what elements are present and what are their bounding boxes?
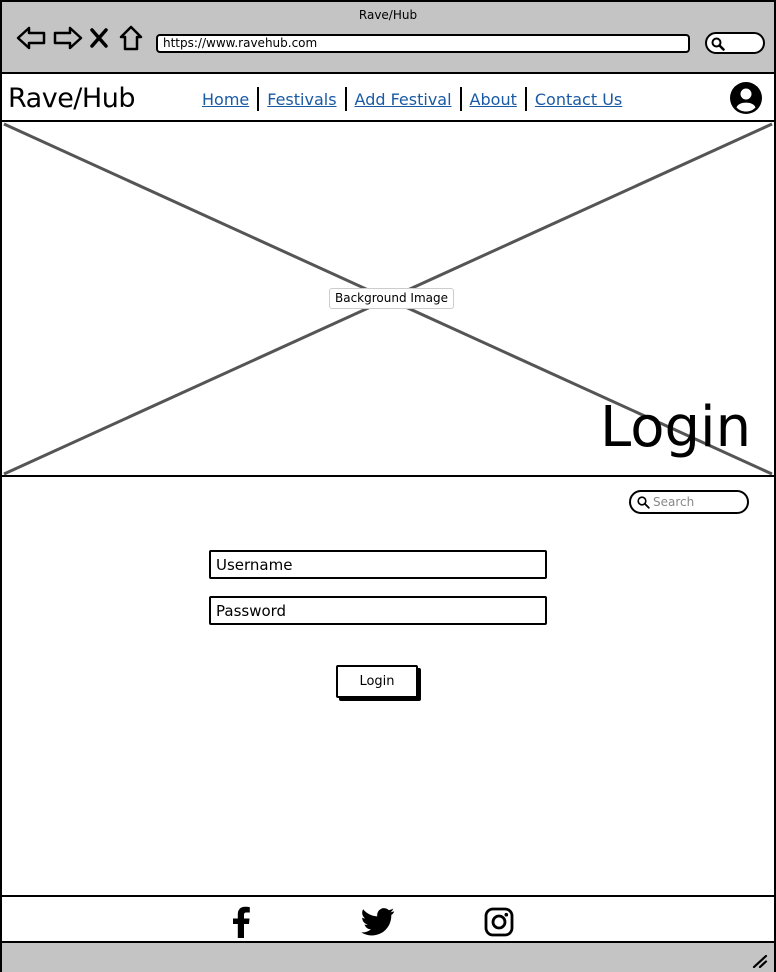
window-title: Rave/Hub <box>358 8 418 22</box>
background-image-label: Background Image <box>329 288 454 309</box>
password-field-wrapper <box>209 596 547 625</box>
nav-contact-us[interactable]: Contact Us <box>527 90 630 109</box>
forward-arrow-icon[interactable] <box>53 24 83 52</box>
search-input[interactable] <box>653 494 743 510</box>
hero-section: Background Image Login <box>2 122 774 477</box>
twitter-icon[interactable] <box>361 905 395 939</box>
page-title: Login <box>600 395 752 460</box>
url-bar[interactable]: https://www.ravehub.com <box>156 34 690 53</box>
resize-grip-icon[interactable] <box>752 954 768 968</box>
site-logo[interactable]: Rave/Hub <box>8 83 135 114</box>
nav-home[interactable]: Home <box>194 90 257 109</box>
nav-add-festival[interactable]: Add Festival <box>347 90 460 109</box>
login-content: Login <box>2 477 774 895</box>
user-avatar-icon[interactable] <box>730 82 762 114</box>
username-field[interactable] <box>211 552 545 577</box>
site-footer <box>2 895 774 943</box>
site-header: Rave/Hub Home Festivals Add Festival Abo… <box>2 74 774 122</box>
home-icon[interactable] <box>117 24 145 52</box>
site-search <box>629 490 749 514</box>
nav-about[interactable]: About <box>462 90 525 109</box>
password-field[interactable] <box>211 598 545 623</box>
facebook-icon[interactable] <box>224 905 258 939</box>
nav-festivals[interactable]: Festivals <box>259 90 344 109</box>
search-icon <box>711 37 725 51</box>
main-nav: Home Festivals Add Festival About Contac… <box>194 87 630 111</box>
stop-icon[interactable] <box>88 24 110 52</box>
status-bar <box>2 943 774 972</box>
browser-chrome: Rave/Hub https://www.ravehub.com <box>2 2 774 74</box>
browser-window: Rave/Hub https://www.ravehub.com Rave/Hu… <box>0 0 776 972</box>
login-button[interactable]: Login <box>336 665 418 698</box>
browser-search-field[interactable] <box>705 32 765 54</box>
search-icon <box>637 496 650 509</box>
username-field-wrapper <box>209 550 547 579</box>
instagram-icon[interactable] <box>482 905 516 939</box>
back-arrow-icon[interactable] <box>16 24 46 52</box>
